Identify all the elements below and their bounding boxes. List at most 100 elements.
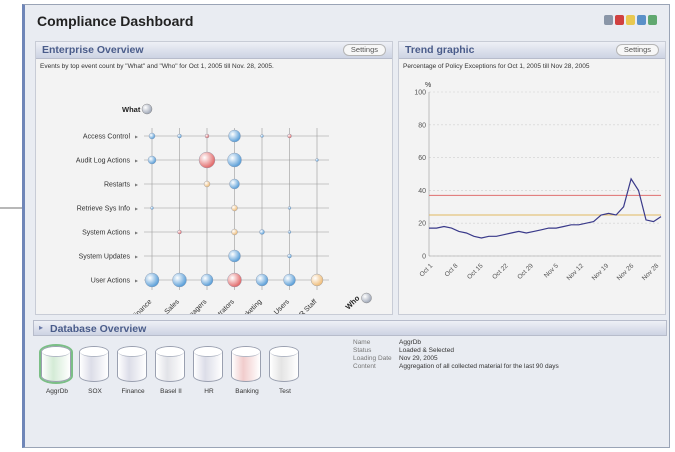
database-item-finance[interactable]: Finance [117, 346, 149, 395]
trend-series-line [429, 177, 662, 239]
refresh-icon[interactable] [637, 15, 646, 25]
collapse-arrow-icon[interactable]: ▸ [39, 323, 43, 332]
x-tick-label: Nov 28 [641, 262, 661, 282]
matrix-row-label[interactable]: Audit Log Actions [76, 158, 131, 165]
database-item-sox[interactable]: SOX [79, 346, 111, 395]
matrix-bubble[interactable] [148, 132, 156, 140]
database-cylinder-top [270, 347, 298, 357]
database-item-hr[interactable]: HR [193, 346, 225, 395]
database-cylinder-icon [231, 346, 261, 382]
matrix-bubble[interactable] [231, 204, 238, 212]
pdf-icon[interactable] [615, 15, 624, 25]
matrix-bubble[interactable] [227, 152, 242, 168]
printer-icon[interactable] [604, 15, 613, 25]
x-tick-label: Oct 8 [444, 262, 460, 278]
matrix-row-label[interactable]: System Updates [79, 254, 131, 261]
y-tick-label: 0 [422, 254, 426, 261]
x-tick-label: Nov 5 [543, 262, 560, 279]
info-key-name: Name [353, 339, 371, 346]
page-title: Compliance Dashboard [37, 13, 194, 29]
matrix-bubble[interactable] [227, 272, 242, 288]
y-tick-label: 60 [418, 155, 426, 162]
x-tick-label: Nov 12 [566, 262, 586, 282]
database-item-aggrdb[interactable]: AggrDb [41, 346, 73, 395]
matrix-bubble[interactable] [259, 229, 265, 235]
matrix-bubble[interactable] [310, 273, 324, 287]
matrix-bubble[interactable] [287, 133, 292, 139]
matrix-bubble[interactable] [231, 228, 238, 236]
matrix-bubble[interactable] [228, 249, 241, 263]
enterprise-overview-header: Enterprise Overview Settings [36, 42, 392, 59]
row-expand-icon[interactable]: ▸ [135, 207, 138, 213]
matrix-bubble[interactable] [287, 206, 292, 210]
matrix-bubble[interactable] [283, 273, 296, 287]
matrix-bubble[interactable] [203, 180, 211, 188]
trend-graphic-panel: Trend graphic Settings Percentage of Pol… [398, 41, 666, 315]
database-cylinder-icon [269, 346, 299, 382]
matrix-bubble[interactable] [172, 272, 187, 288]
export-icon[interactable] [626, 15, 635, 25]
row-expand-icon[interactable]: ▸ [135, 159, 138, 165]
matrix-col-label[interactable]: HR Staff [295, 298, 319, 314]
database-cylinder-top [80, 347, 108, 357]
matrix-bubble[interactable] [177, 229, 182, 235]
database-cylinder-top [118, 347, 146, 357]
trend-line-chart: % 0 20 40 60 80 100 Oct 1 Oct 8 Oct 15 Oct 22 Oct 2… [414, 82, 662, 282]
matrix-col-label[interactable]: Finance [131, 298, 154, 314]
matrix-bubble[interactable] [287, 253, 292, 259]
matrix-row-label[interactable]: Retrieve Sys Info [77, 206, 130, 213]
row-expand-icon[interactable]: ▸ [135, 255, 138, 261]
matrix-bubble[interactable] [260, 134, 264, 138]
matrix-bubble[interactable] [204, 133, 210, 139]
database-cylinder-top [156, 347, 184, 357]
database-cylinder-icon [155, 346, 185, 382]
info-key-status: Status [353, 347, 372, 354]
enterprise-settings-button[interactable]: Settings [342, 44, 386, 56]
what-axis-label: What [122, 105, 141, 114]
toolbar-icons [604, 15, 657, 25]
database-cylinder-icon [41, 346, 71, 382]
matrix-row-label[interactable]: System Actions [82, 230, 130, 237]
enterprise-overview-title: Enterprise Overview [42, 44, 144, 56]
y-tick-label: 20 [418, 221, 426, 228]
x-tick-label: Nov 19 [591, 262, 611, 282]
matrix-bubble[interactable] [287, 230, 292, 234]
row-expand-icon[interactable]: ▸ [135, 231, 138, 237]
matrix-bubble[interactable] [144, 272, 160, 288]
database-item-label: Test [279, 388, 291, 395]
matrix-bubble[interactable] [198, 151, 216, 169]
row-expand-icon[interactable]: ▸ [135, 279, 138, 285]
matrix-bubble[interactable] [200, 273, 214, 287]
what-axis-toggle[interactable] [141, 103, 153, 115]
matrix-row-label[interactable]: Access Control [83, 134, 131, 141]
matrix-bubble[interactable] [150, 206, 154, 210]
matrix-bubble[interactable] [228, 129, 241, 143]
matrix-bubble[interactable] [147, 155, 157, 165]
info-value-name: AggrDb [399, 339, 422, 346]
matrix-row-label[interactable]: User Actions [91, 278, 131, 285]
matrix-bubble[interactable] [255, 273, 269, 287]
matrix-bubble[interactable] [177, 133, 182, 139]
help-icon[interactable] [648, 15, 657, 25]
y-tick-label: 80 [418, 122, 426, 129]
info-key-content: Content [353, 363, 376, 370]
title-bar: Compliance Dashboard [25, 5, 669, 37]
matrix-col-label[interactable]: Sales [164, 298, 182, 314]
database-cylinder-top [42, 347, 70, 357]
matrix-col-label[interactable]: Marketing [237, 298, 264, 314]
trend-settings-button[interactable]: Settings [615, 44, 659, 56]
matrix-col-label[interactable]: Managers [181, 298, 208, 314]
who-axis-toggle[interactable] [361, 292, 372, 304]
matrix-bubble[interactable] [315, 158, 319, 162]
database-item-test[interactable]: Test [269, 346, 301, 395]
trend-graphic-title: Trend graphic [405, 44, 475, 56]
x-tick-label: Oct 15 [466, 262, 485, 281]
database-cylinder-icon [79, 346, 109, 382]
matrix-row-label[interactable]: Restarts [104, 182, 131, 189]
database-item-basel-ii[interactable]: Basel II [155, 346, 187, 395]
matrix-bubble[interactable] [229, 178, 240, 190]
database-item-banking[interactable]: Banking [231, 346, 263, 395]
row-expand-icon[interactable]: ▸ [135, 183, 138, 189]
row-expand-icon[interactable]: ▸ [135, 135, 138, 141]
dashboard-window: Compliance Dashboard Enterprise Overview… [22, 4, 670, 448]
